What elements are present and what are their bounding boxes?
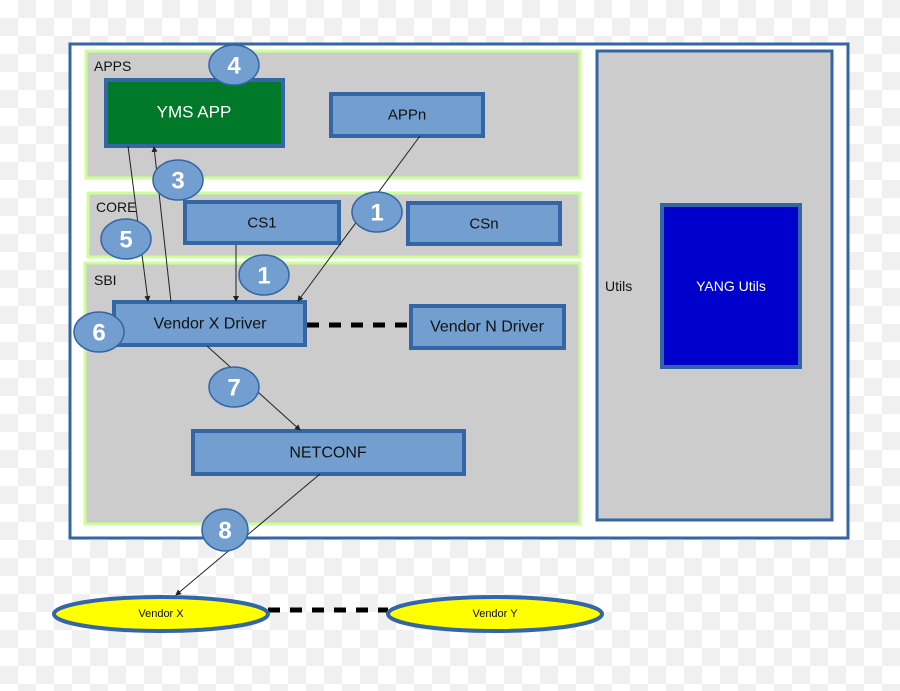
step-badge-3: 3 bbox=[152, 159, 204, 201]
vendor-x-driver-label: Vendor X Driver bbox=[154, 316, 268, 333]
vendor-n-driver-label: Vendor N Driver bbox=[430, 319, 544, 336]
svg-text:7: 7 bbox=[227, 375, 240, 402]
svg-text:4: 4 bbox=[227, 53, 241, 80]
step-badge-1a: 1 bbox=[351, 191, 403, 233]
svg-text:1: 1 bbox=[370, 200, 383, 227]
step-badge-5: 5 bbox=[100, 218, 152, 260]
netconf-label: NETCONF bbox=[289, 445, 367, 462]
vendor-y-label: Vendor Y bbox=[472, 608, 518, 620]
step-badge-6: 6 bbox=[73, 311, 125, 353]
yang-utils-label: YANG Utils bbox=[696, 278, 766, 294]
step-badge-7: 7 bbox=[208, 366, 260, 408]
svg-text:6: 6 bbox=[92, 320, 105, 347]
utils-label: Utils bbox=[605, 278, 632, 294]
step-badge-1b: 1 bbox=[238, 254, 290, 296]
apps-label: APPS bbox=[94, 58, 131, 74]
core-label: CORE bbox=[96, 199, 136, 215]
vendor-x-label: Vendor X bbox=[138, 608, 184, 620]
svg-text:8: 8 bbox=[218, 518, 231, 545]
svg-text:1: 1 bbox=[257, 263, 270, 290]
sbi-label: SBI bbox=[94, 272, 117, 288]
appn-label: APPn bbox=[388, 107, 426, 124]
yms-app-label: YMS APP bbox=[157, 103, 232, 122]
csn-label: CSn bbox=[469, 216, 498, 233]
architecture-diagram: APPS CORE SBI Utils YANG Utils YMS APP A… bbox=[52, 42, 850, 633]
step-badge-4: 4 bbox=[208, 44, 260, 86]
svg-text:5: 5 bbox=[119, 227, 132, 254]
cs1-label: CS1 bbox=[247, 215, 276, 232]
svg-text:3: 3 bbox=[171, 168, 184, 195]
step-badge-8: 8 bbox=[201, 508, 249, 552]
